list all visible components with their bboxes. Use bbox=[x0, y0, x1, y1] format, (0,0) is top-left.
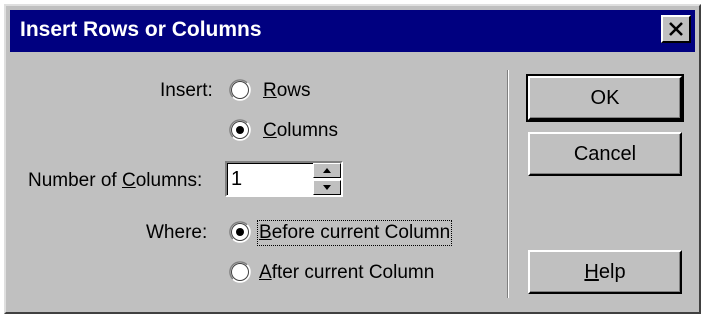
number-accel: C bbox=[121, 170, 136, 191]
radio-dot bbox=[236, 228, 244, 236]
radio-columns-label[interactable]: Columns bbox=[263, 120, 338, 142]
radio-rows-label[interactable]: Rows bbox=[263, 80, 311, 102]
arrow-up-icon bbox=[323, 168, 331, 173]
insert-label: Insert: bbox=[160, 80, 213, 101]
number-label-prefix: Number of bbox=[28, 170, 122, 191]
help-label-rest: elp bbox=[598, 260, 626, 283]
number-label-rest: olumns: bbox=[135, 170, 203, 191]
rows-label-rest: ows bbox=[276, 80, 311, 101]
radio-dot bbox=[236, 126, 244, 134]
number-of-columns-spinner[interactable]: 1 bbox=[225, 161, 343, 197]
arrow-down-icon bbox=[323, 185, 331, 190]
ok-button[interactable]: OK bbox=[526, 74, 684, 122]
before-label-rest: efore current Column bbox=[271, 222, 451, 243]
radio-columns[interactable] bbox=[229, 119, 251, 141]
spin-down-button[interactable] bbox=[313, 180, 341, 195]
radio-before-column[interactable] bbox=[229, 221, 251, 243]
close-button[interactable] bbox=[661, 15, 691, 43]
help-accel: H bbox=[584, 260, 599, 283]
spin-up-button[interactable] bbox=[313, 163, 341, 178]
where-label: Where: bbox=[146, 222, 208, 243]
title-bar[interactable]: Insert Rows or Columns bbox=[10, 10, 695, 52]
radio-before-column-label[interactable]: Before current Column bbox=[256, 220, 453, 246]
radio-after-column[interactable] bbox=[229, 261, 251, 283]
cancel-button[interactable]: Cancel bbox=[528, 132, 682, 176]
dialog-title: Insert Rows or Columns bbox=[20, 18, 262, 41]
accel-c: C bbox=[263, 120, 277, 141]
radio-rows[interactable] bbox=[229, 79, 251, 101]
accel-a: A bbox=[259, 262, 272, 283]
columns-label-rest: olumns bbox=[276, 120, 338, 141]
accel-b: B bbox=[259, 222, 272, 243]
radio-after-column-label[interactable]: After current Column bbox=[259, 262, 434, 284]
number-of-columns-label: Number of Columns: bbox=[28, 170, 202, 192]
accel-r: R bbox=[263, 80, 277, 101]
number-of-columns-input[interactable]: 1 bbox=[231, 168, 242, 191]
vertical-divider bbox=[507, 70, 509, 298]
close-icon bbox=[669, 22, 683, 36]
help-button[interactable]: Help bbox=[528, 250, 682, 294]
after-label-rest: fter current Column bbox=[271, 262, 435, 283]
